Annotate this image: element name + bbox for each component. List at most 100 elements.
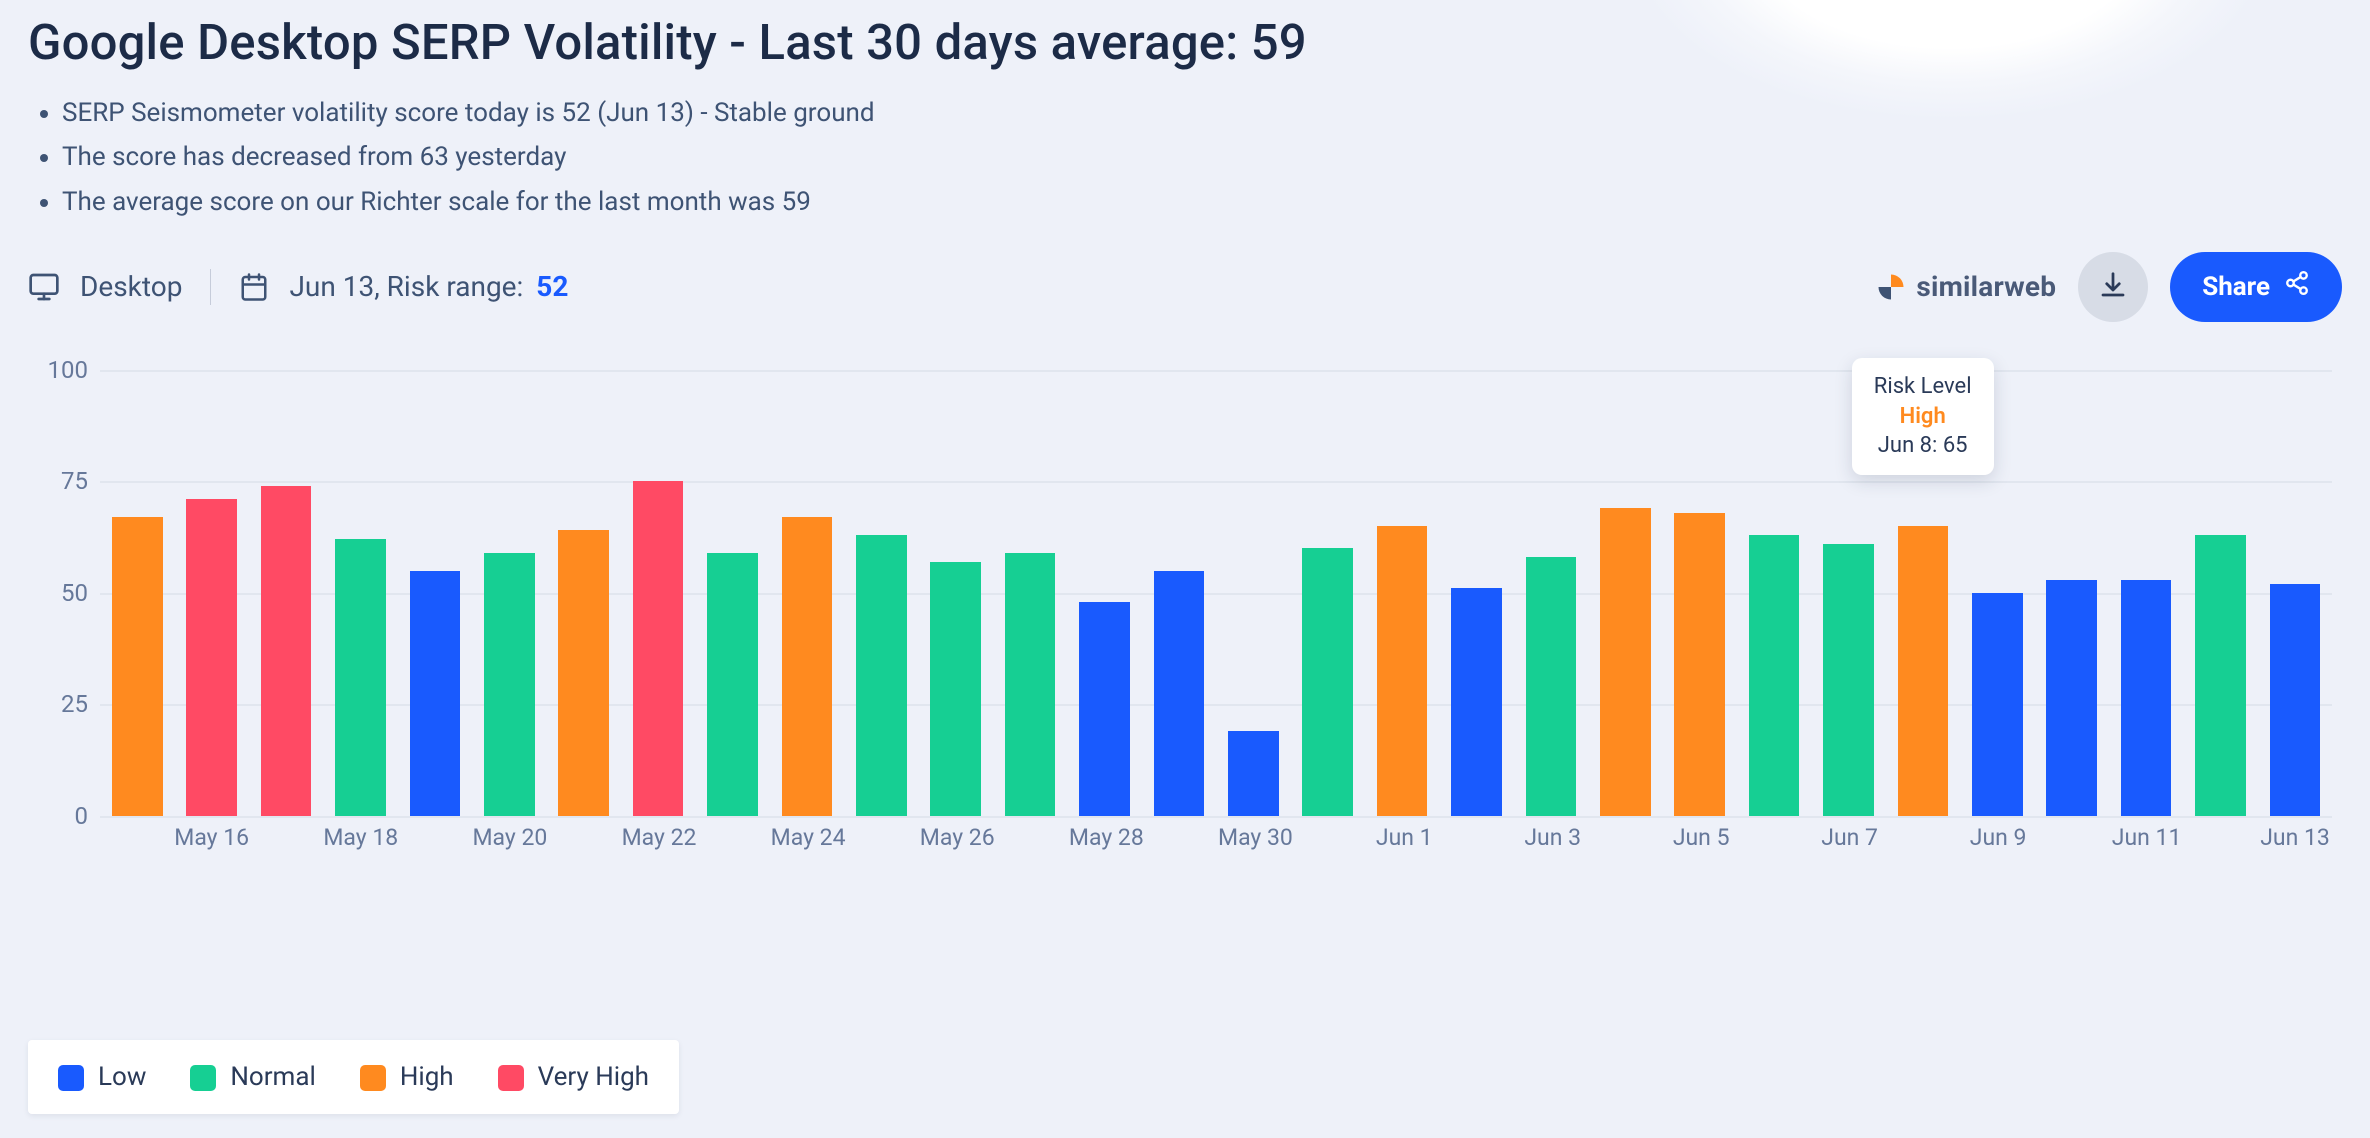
bar-slot[interactable] bbox=[249, 370, 323, 816]
bar-slot[interactable] bbox=[1960, 370, 2034, 816]
swatch-veryhigh bbox=[498, 1065, 524, 1091]
bar-slot[interactable] bbox=[100, 370, 174, 816]
similarweb-logo: similarweb bbox=[1876, 270, 2056, 303]
bar bbox=[633, 481, 684, 816]
download-button[interactable] bbox=[2078, 252, 2148, 322]
bar-slot[interactable] bbox=[1067, 370, 1141, 816]
bar bbox=[2121, 580, 2172, 816]
x-tick-label bbox=[1144, 824, 1218, 876]
bar bbox=[1749, 535, 1800, 816]
bar-slot[interactable] bbox=[1514, 370, 1588, 816]
bar-slot[interactable] bbox=[1811, 370, 1885, 816]
x-tick-label bbox=[547, 824, 621, 876]
x-tick-label bbox=[100, 824, 174, 876]
bar-slot[interactable] bbox=[398, 370, 472, 816]
x-tick-label bbox=[2035, 824, 2109, 876]
bar bbox=[856, 535, 907, 816]
bar-slot[interactable] bbox=[1291, 370, 1365, 816]
y-tick-label: 50 bbox=[32, 579, 88, 607]
bar-slot[interactable] bbox=[1439, 370, 1513, 816]
x-tick-label: Jun 1 bbox=[1367, 824, 1441, 876]
bar bbox=[1377, 526, 1428, 816]
x-tick-label: May 24 bbox=[771, 824, 846, 876]
bullet-item: The average score on our Richter scale f… bbox=[62, 180, 2342, 224]
x-tick-label bbox=[846, 824, 920, 876]
desktop-icon bbox=[28, 271, 60, 303]
download-icon bbox=[2098, 270, 2128, 304]
toolbar: Desktop Jun 13, Risk range: 52 similarwe… bbox=[28, 252, 2342, 322]
bar-slot[interactable] bbox=[1365, 370, 1439, 816]
bar-slot[interactable] bbox=[2183, 370, 2257, 816]
x-tick-label bbox=[696, 824, 770, 876]
bar-slot[interactable] bbox=[2035, 370, 2109, 816]
bar bbox=[1154, 571, 1205, 816]
legend-item-normal[interactable]: Normal bbox=[190, 1062, 315, 1092]
bar bbox=[1674, 513, 1725, 816]
bar-slot[interactable] bbox=[1737, 370, 1811, 816]
bar-slot[interactable] bbox=[993, 370, 1067, 816]
bar-slot[interactable] bbox=[1663, 370, 1737, 816]
bar-slot[interactable] bbox=[770, 370, 844, 816]
share-button[interactable]: Share bbox=[2170, 252, 2342, 322]
bar bbox=[484, 553, 535, 816]
x-tick-label: May 18 bbox=[323, 824, 398, 876]
bar-slot[interactable] bbox=[472, 370, 546, 816]
legend: Low Normal High Very High bbox=[28, 1040, 679, 1114]
bar-slot[interactable] bbox=[844, 370, 918, 816]
bullet-item: SERP Seismometer volatility score today … bbox=[62, 91, 2342, 135]
bar-slot[interactable] bbox=[323, 370, 397, 816]
legend-item-veryhigh[interactable]: Very High bbox=[498, 1062, 649, 1092]
bar-slot[interactable] bbox=[1588, 370, 1662, 816]
y-tick-label: 75 bbox=[32, 467, 88, 495]
x-tick-label bbox=[1590, 824, 1664, 876]
x-tick-label: May 30 bbox=[1218, 824, 1293, 876]
bar-slot[interactable] bbox=[1142, 370, 1216, 816]
bar-slot[interactable] bbox=[1886, 370, 1960, 816]
gridline bbox=[100, 816, 2332, 818]
x-tick-label: Jun 9 bbox=[1961, 824, 2035, 876]
swatch-high bbox=[360, 1065, 386, 1091]
bar bbox=[2195, 535, 2246, 816]
x-tick-label: May 22 bbox=[622, 824, 697, 876]
bar bbox=[930, 562, 981, 816]
bar-slot[interactable] bbox=[546, 370, 620, 816]
bar bbox=[2046, 580, 2097, 816]
calendar-icon bbox=[239, 272, 269, 302]
bar bbox=[782, 517, 833, 816]
swatch-normal bbox=[190, 1065, 216, 1091]
bar bbox=[410, 571, 461, 816]
legend-item-low[interactable]: Low bbox=[58, 1062, 146, 1092]
x-tick-label: Jun 5 bbox=[1664, 824, 1738, 876]
page-title: Google Desktop SERP Volatility - Last 30… bbox=[28, 14, 2342, 71]
legend-item-high[interactable]: High bbox=[360, 1062, 454, 1092]
bar bbox=[1898, 526, 1949, 816]
x-tick-label: Jun 7 bbox=[1813, 824, 1887, 876]
risk-value: 52 bbox=[536, 270, 568, 303]
x-tick-label bbox=[398, 824, 472, 876]
bar bbox=[1526, 557, 1577, 816]
date-risk-label: Jun 13, Risk range: bbox=[289, 270, 523, 303]
bar bbox=[1823, 544, 1874, 816]
bar-slot[interactable] bbox=[695, 370, 769, 816]
x-tick-label: Jun 11 bbox=[2109, 824, 2183, 876]
bar bbox=[1228, 731, 1279, 816]
x-tick-label: Jun 13 bbox=[2258, 824, 2332, 876]
bar-slot[interactable] bbox=[2258, 370, 2332, 816]
x-tick-label bbox=[1738, 824, 1812, 876]
x-tick-label: Jun 3 bbox=[1516, 824, 1590, 876]
share-icon bbox=[2284, 270, 2310, 303]
bar-slot[interactable] bbox=[2109, 370, 2183, 816]
x-tick-label bbox=[1441, 824, 1515, 876]
platform-label[interactable]: Desktop bbox=[80, 270, 182, 303]
swatch-low bbox=[58, 1065, 84, 1091]
bar bbox=[2270, 584, 2321, 816]
bar bbox=[1079, 602, 1130, 816]
bar-slot[interactable] bbox=[174, 370, 248, 816]
bar-slot[interactable] bbox=[918, 370, 992, 816]
bar bbox=[1451, 588, 1502, 815]
bar bbox=[112, 517, 163, 816]
y-tick-label: 100 bbox=[32, 356, 88, 384]
summary-bullets: SERP Seismometer volatility score today … bbox=[28, 91, 2342, 224]
bar-slot[interactable] bbox=[1216, 370, 1290, 816]
bar-slot[interactable] bbox=[621, 370, 695, 816]
